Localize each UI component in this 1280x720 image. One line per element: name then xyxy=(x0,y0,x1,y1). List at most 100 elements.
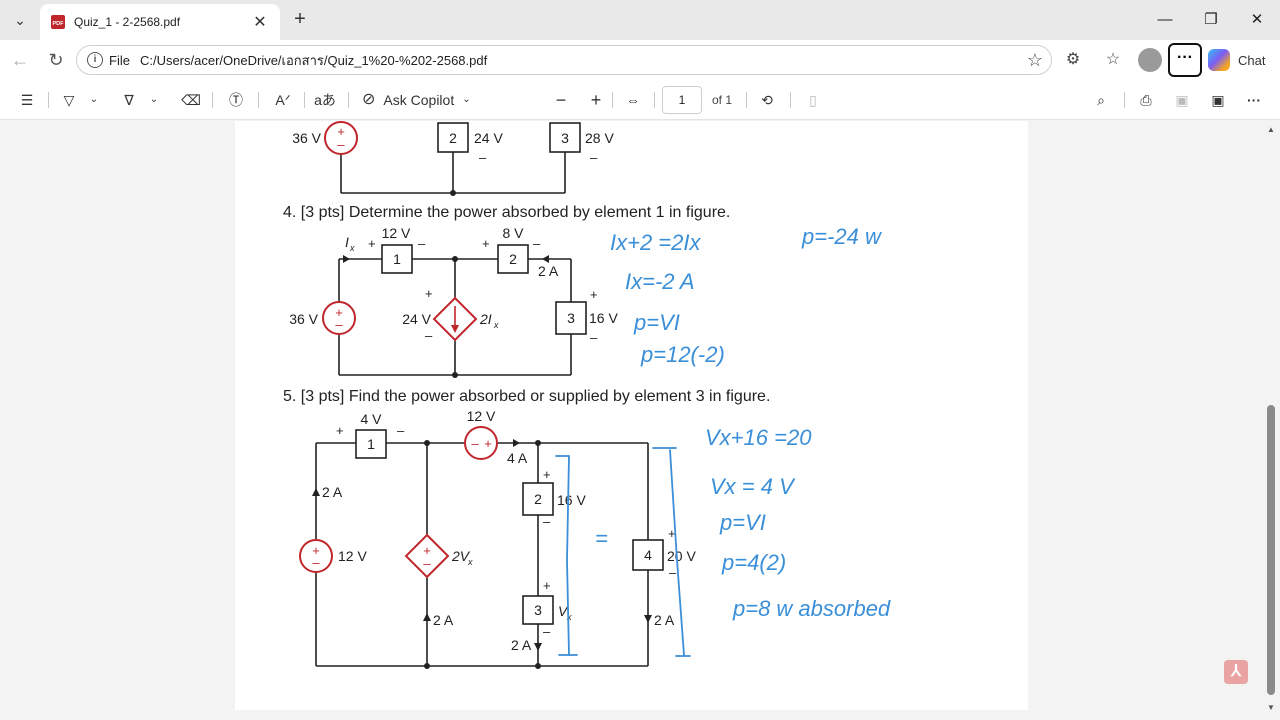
tab-quiz-pdf[interactable]: PDF Quiz_1 - 2-2568.pdf ✕ xyxy=(40,4,280,40)
print-icon[interactable]: ⎙ xyxy=(1134,88,1158,112)
restore-icon[interactable]: ❐ xyxy=(1196,8,1226,32)
pdf-viewer[interactable]: + – 36 V 2 24 V – 3 28 V – 4. [3 pts] De… xyxy=(0,121,1262,720)
q5-right-2a-label: 2 A xyxy=(654,612,675,628)
separator xyxy=(304,92,305,108)
contents-list-icon[interactable]: ☰ xyxy=(16,88,38,112)
separator xyxy=(790,92,791,108)
q5-e2-minus: – xyxy=(543,514,551,529)
q5-bottom-2a-label: 2 A xyxy=(511,637,532,653)
copilot-logo-icon xyxy=(1208,49,1230,71)
copilot-chat-button[interactable]: Chat xyxy=(1208,46,1265,74)
text-box-icon[interactable]: Ⓣ xyxy=(225,88,247,112)
separator xyxy=(258,92,259,108)
q5-top-source-voltage: 12 V xyxy=(467,408,496,424)
svg-text:–: – xyxy=(471,436,479,451)
separator xyxy=(654,92,655,108)
separator xyxy=(612,92,613,108)
pdf-toolbar: ☰ ▽ ⌄ ∇ ⌄ ⌫ Ⓣ Aᐟ aあ ⊘ Ask Copilot ⌄ − + … xyxy=(0,80,1280,120)
q5-e4-minus: – xyxy=(669,565,677,580)
close-window-icon[interactable]: ✕ xyxy=(1242,8,1272,32)
separator xyxy=(212,92,213,108)
more-options-icon[interactable]: ··· xyxy=(1168,43,1202,77)
q5-left-2a-label: 2 A xyxy=(322,484,343,500)
address-bar: ← ↻ i File C:/Users/acer/OneDrive/เอกสาร… xyxy=(0,40,1280,80)
scroll-down-icon[interactable]: ▼ xyxy=(1266,703,1276,712)
extensions-puzzle-icon[interactable]: ⚙ xyxy=(1060,48,1086,72)
q5-e1-plus: + xyxy=(336,423,344,438)
translate-icon[interactable]: aあ xyxy=(312,88,338,112)
q4-dep-minus: – xyxy=(425,328,433,343)
question-5-text: 5. [3 pts] Find the power absorbed or su… xyxy=(283,388,770,405)
save-icon[interactable]: ▣ xyxy=(1170,88,1194,112)
new-tab-plus-icon[interactable]: + xyxy=(288,8,312,32)
q3-circuit xyxy=(340,122,581,194)
rotate-icon[interactable]: ⟲ xyxy=(756,88,778,112)
q5-v2-label: 16 V xyxy=(557,492,586,508)
more-tools-icon[interactable]: ··· xyxy=(1242,88,1266,112)
q3-element-2-voltage: 24 V xyxy=(474,130,503,146)
q4-e3-plus: + xyxy=(590,287,598,302)
highlight-icon[interactable]: ▽ xyxy=(58,88,80,112)
q4-dep-voltage: 24 V xyxy=(402,311,431,327)
favorite-star-icon[interactable]: ☆ xyxy=(1027,50,1043,71)
zoom-in-icon[interactable]: + xyxy=(585,88,607,112)
scroll-thumb[interactable] xyxy=(1267,405,1275,695)
q4-e2-plus: + xyxy=(482,236,490,251)
q5-e1-minus: – xyxy=(397,423,405,438)
refresh-icon[interactable]: ↻ xyxy=(44,48,68,72)
hw-q4-line-2: p=-24 w xyxy=(801,224,883,249)
eraser-icon[interactable]: ⌫ xyxy=(180,88,202,112)
title-bar: ⌄ PDF Quiz_1 - 2-2568.pdf ✕ + — ❐ ✕ xyxy=(0,0,1280,40)
q3-e3-minus: – xyxy=(590,150,598,165)
minimize-icon[interactable]: — xyxy=(1150,8,1180,32)
search-icon[interactable]: ⌕ xyxy=(1090,88,1112,112)
copilot-icon: ⊘ xyxy=(362,91,376,108)
profile-avatar[interactable] xyxy=(1138,48,1162,72)
page-content: + – 36 V 2 24 V – 3 28 V – 4. [3 pts] De… xyxy=(283,121,891,669)
q3-e2-minus: – xyxy=(479,150,487,165)
save-as-icon[interactable]: ▣ xyxy=(1206,88,1230,112)
read-aloud-icon[interactable]: Aᐟ xyxy=(270,88,296,112)
draw-dropdown-icon[interactable]: ⌄ xyxy=(146,88,162,112)
q3-element-2-id: 2 xyxy=(449,130,457,146)
hw-q4-line-5: p=12(-2) xyxy=(640,342,725,367)
hw-q4-line-4: p=VI xyxy=(633,310,680,335)
separator xyxy=(348,92,349,108)
q5-v1-label: 4 V xyxy=(360,411,382,427)
page-number-input[interactable]: 1 xyxy=(662,86,702,114)
q4-e3-minus: – xyxy=(590,330,598,345)
svg-text:–: – xyxy=(335,317,343,332)
q4-dep-label: 2I xyxy=(479,311,492,327)
page-view-icon[interactable]: ▯ xyxy=(802,88,824,112)
q5-e3-label: 3 xyxy=(534,602,542,618)
draw-icon[interactable]: ∇ xyxy=(118,88,140,112)
hw-q5-line-4: p=4(2) xyxy=(721,550,786,575)
svg-text:–: – xyxy=(337,137,345,152)
hw-q5-line-1: Vx+16 =20 xyxy=(705,425,812,450)
scroll-up-icon[interactable]: ▲ xyxy=(1266,125,1276,134)
tab-list-chevron-icon[interactable]: ⌄ xyxy=(8,8,32,32)
back-arrow-icon[interactable]: ← xyxy=(8,48,32,72)
vertical-scrollbar[interactable]: ▲ ▼ xyxy=(1262,121,1280,720)
tab-close-icon[interactable]: ✕ xyxy=(250,12,270,32)
fit-to-width-icon[interactable]: ⇔ xyxy=(620,88,646,112)
pdf-page: + – 36 V 2 24 V – 3 28 V – 4. [3 pts] De… xyxy=(235,121,1028,710)
tab-title: Quiz_1 - 2-2568.pdf xyxy=(74,15,181,29)
acrobat-icon[interactable]: ⅄ xyxy=(1224,660,1248,684)
url-text[interactable]: C:/Users/acer/OneDrive/เอกสาร/Quiz_1%20-… xyxy=(140,50,487,71)
highlight-dropdown-icon[interactable]: ⌄ xyxy=(86,88,102,112)
hw-q4-line-1: Ix+2 =2Ix xyxy=(610,230,702,255)
ask-copilot-button[interactable]: ⊘ Ask Copilot ⌄ xyxy=(362,88,486,112)
q3-element-3-id: 3 xyxy=(561,130,569,146)
q5-e1-label: 1 xyxy=(367,436,375,452)
svg-text:–: – xyxy=(312,555,320,570)
separator xyxy=(1124,92,1125,108)
zoom-out-icon[interactable]: − xyxy=(550,88,572,112)
site-info-icon[interactable]: i xyxy=(87,52,103,68)
q4-source-voltage: 36 V xyxy=(289,311,318,327)
q4-2a-label: 2 A xyxy=(538,263,559,279)
q3-source-voltage: 36 V xyxy=(292,130,321,146)
q5-4a-label: 4 A xyxy=(507,450,528,466)
url-field[interactable]: i File C:/Users/acer/OneDrive/เอกสาร/Qui… xyxy=(76,45,1052,75)
favorites-icon[interactable]: ☆ xyxy=(1100,48,1126,72)
